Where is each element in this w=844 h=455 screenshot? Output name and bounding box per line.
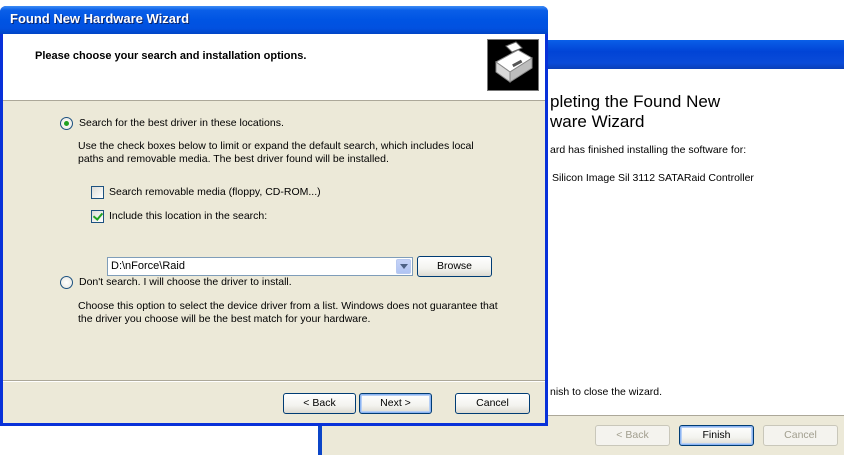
page-heading: Please choose your search and installati… xyxy=(35,50,307,62)
browse-button[interactable]: Browse xyxy=(417,256,492,277)
include-location-checkbox[interactable] xyxy=(91,210,104,223)
search-description-line1: Use the check boxes below to limit or ex… xyxy=(78,140,474,152)
dont-search-radio[interactable] xyxy=(60,276,73,289)
finish-button[interactable]: Finish xyxy=(679,425,754,446)
search-best-driver-label[interactable]: Search for the best driver in these loca… xyxy=(79,117,284,129)
window-title: Found New Hardware Wizard xyxy=(10,11,190,26)
button-separator-highlight xyxy=(3,381,545,382)
back-button[interactable]: < Back xyxy=(283,393,356,414)
search-removable-media-label[interactable]: Search removable media (floppy, CD-ROM..… xyxy=(109,186,321,198)
location-combobox[interactable]: D:\nForce\Raid xyxy=(107,257,413,276)
hardware-install-icon xyxy=(487,39,539,91)
dont-search-label[interactable]: Don't search. I will choose the driver t… xyxy=(79,276,292,288)
cancel-button[interactable]: Cancel xyxy=(455,393,530,414)
close-instruction-text: nish to close the wizard. xyxy=(550,386,663,398)
installed-device-name: Silicon Image Sil 3112 SATARaid Controll… xyxy=(552,172,754,184)
window-titlebar[interactable]: Found New Hardware Wizard xyxy=(0,6,548,34)
manual-description-line1: Choose this option to select the device … xyxy=(78,300,498,312)
manual-description-line2: the driver you choose will be the best m… xyxy=(78,313,371,325)
search-best-driver-radio[interactable] xyxy=(60,117,73,130)
completion-heading-line2: ware Wizard xyxy=(550,112,645,131)
chevron-down-icon[interactable] xyxy=(396,259,411,274)
wizard-header: Please choose your search and installati… xyxy=(3,34,545,101)
search-description-line2: paths and removable media. The best driv… xyxy=(78,153,389,165)
next-button[interactable]: Next > xyxy=(359,393,432,414)
finished-text: ard has finished installing the software… xyxy=(550,144,747,156)
include-location-label[interactable]: Include this location in the search: xyxy=(109,210,267,222)
back-button-disabled: < Back xyxy=(595,425,670,446)
found-new-hardware-wizard-window: Found New Hardware Wizard Please choose … xyxy=(0,6,548,426)
wizard-client-area: Please choose your search and installati… xyxy=(3,34,545,423)
cancel-button-disabled: Cancel xyxy=(763,425,838,446)
completion-heading-line1: pleting the Found New xyxy=(550,92,721,111)
search-removable-media-checkbox[interactable] xyxy=(91,186,104,199)
location-path-value[interactable]: D:\nForce\Raid xyxy=(111,260,185,272)
